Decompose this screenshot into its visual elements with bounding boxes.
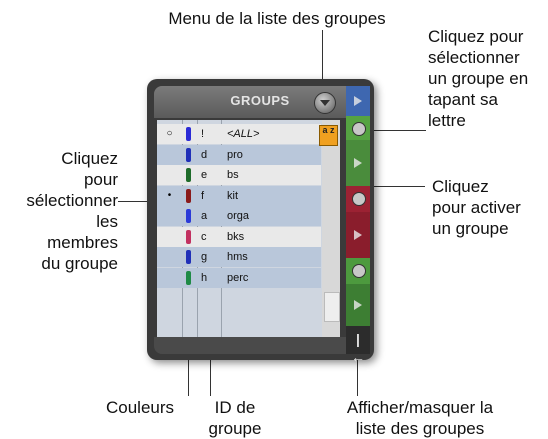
- select-by-letter-annotation: Cliquez pour sélectionner un groupe en t…: [428, 27, 529, 130]
- play-arrow-icon: [354, 96, 362, 106]
- select-members-cell[interactable]: ○: [157, 124, 182, 144]
- track-segment-green[interactable]: [346, 116, 370, 140]
- group-id: f: [201, 189, 205, 202]
- group-row[interactable]: c bks: [157, 226, 321, 247]
- play-arrow-icon: [354, 230, 362, 240]
- toggle-group-list-button[interactable]: |←: [350, 330, 366, 365]
- group-id: g: [201, 251, 208, 263]
- track-segment-blue[interactable]: [346, 86, 370, 116]
- circle-icon: [352, 122, 366, 136]
- track-segment-red[interactable]: [346, 186, 370, 212]
- play-arrow-icon: [354, 300, 362, 310]
- group-row[interactable]: h perc: [157, 267, 321, 288]
- show-hide-annotation: Afficher/masquer la liste des groupes: [346, 398, 494, 438]
- group-color-swatch: [186, 250, 191, 264]
- select-members-cell[interactable]: •: [157, 186, 182, 206]
- group-color-swatch: [186, 229, 191, 244]
- group-color-swatch: [186, 147, 191, 162]
- group-row[interactable]: ○! <ALL>: [157, 124, 321, 144]
- group-name[interactable]: hms: [227, 251, 248, 263]
- menu-annotation: Menu de la liste des groupes: [168, 9, 386, 28]
- track-segment-red[interactable]: [346, 212, 370, 258]
- group-list-menu-button[interactable]: [314, 92, 336, 114]
- group-color-swatch: [186, 127, 191, 141]
- group-name[interactable]: pro: [227, 149, 243, 161]
- group-color-swatch: [186, 270, 191, 285]
- group-row[interactable]: a orga: [157, 206, 321, 226]
- group-row[interactable]: g hms: [157, 247, 321, 267]
- group-name[interactable]: <ALL>: [227, 128, 259, 140]
- group-row[interactable]: e bs: [157, 165, 321, 185]
- group-id: h: [201, 271, 208, 284]
- group-color-swatch: [186, 209, 191, 223]
- track-segment-green[interactable]: [346, 258, 370, 284]
- select-members-cell[interactable]: [157, 227, 182, 247]
- group-name[interactable]: kit: [227, 190, 238, 202]
- group-list-scrollbar[interactable]: [322, 120, 340, 337]
- colors-annotation: Couleurs: [106, 398, 175, 417]
- circle-icon: [352, 192, 366, 206]
- track-strip: [346, 86, 370, 354]
- select-members-annotation: Cliquez pour sélectionner les membres du…: [26, 149, 118, 273]
- select-members-cell[interactable]: [157, 206, 182, 226]
- circle-icon: [352, 264, 366, 278]
- group-id: !: [201, 128, 205, 140]
- group-name[interactable]: perc: [227, 272, 248, 284]
- scrollbar-thumb[interactable]: [324, 292, 340, 322]
- group-row[interactable]: • f kit: [157, 185, 321, 206]
- activate-annotation: Cliquez pour activer un groupe: [432, 177, 521, 238]
- panel-footer: [154, 337, 346, 354]
- group-id: a: [201, 210, 208, 222]
- track-segment-green[interactable]: [346, 284, 370, 326]
- track-segment-green[interactable]: [346, 140, 370, 186]
- select-members-cell[interactable]: [157, 145, 182, 165]
- group-id: d: [201, 148, 208, 161]
- group-color-swatch: [186, 168, 191, 182]
- select-members-cell[interactable]: [157, 247, 182, 267]
- group-id: e: [201, 169, 208, 181]
- play-arrow-icon: [354, 158, 362, 168]
- select-members-cell[interactable]: [157, 268, 182, 288]
- groups-title: GROUPS: [230, 93, 290, 108]
- group-color-swatch: [186, 188, 191, 203]
- group-name[interactable]: orga: [227, 210, 249, 222]
- select-members-cell[interactable]: [157, 165, 182, 185]
- group-name[interactable]: bs: [227, 169, 239, 181]
- select-by-letter-button[interactable]: a z: [319, 125, 338, 146]
- group-name[interactable]: bks: [227, 231, 244, 243]
- group-id: c: [201, 230, 207, 243]
- group-row[interactable]: d pro: [157, 144, 321, 165]
- group-id-annotation: ID de groupe: [208, 398, 262, 438]
